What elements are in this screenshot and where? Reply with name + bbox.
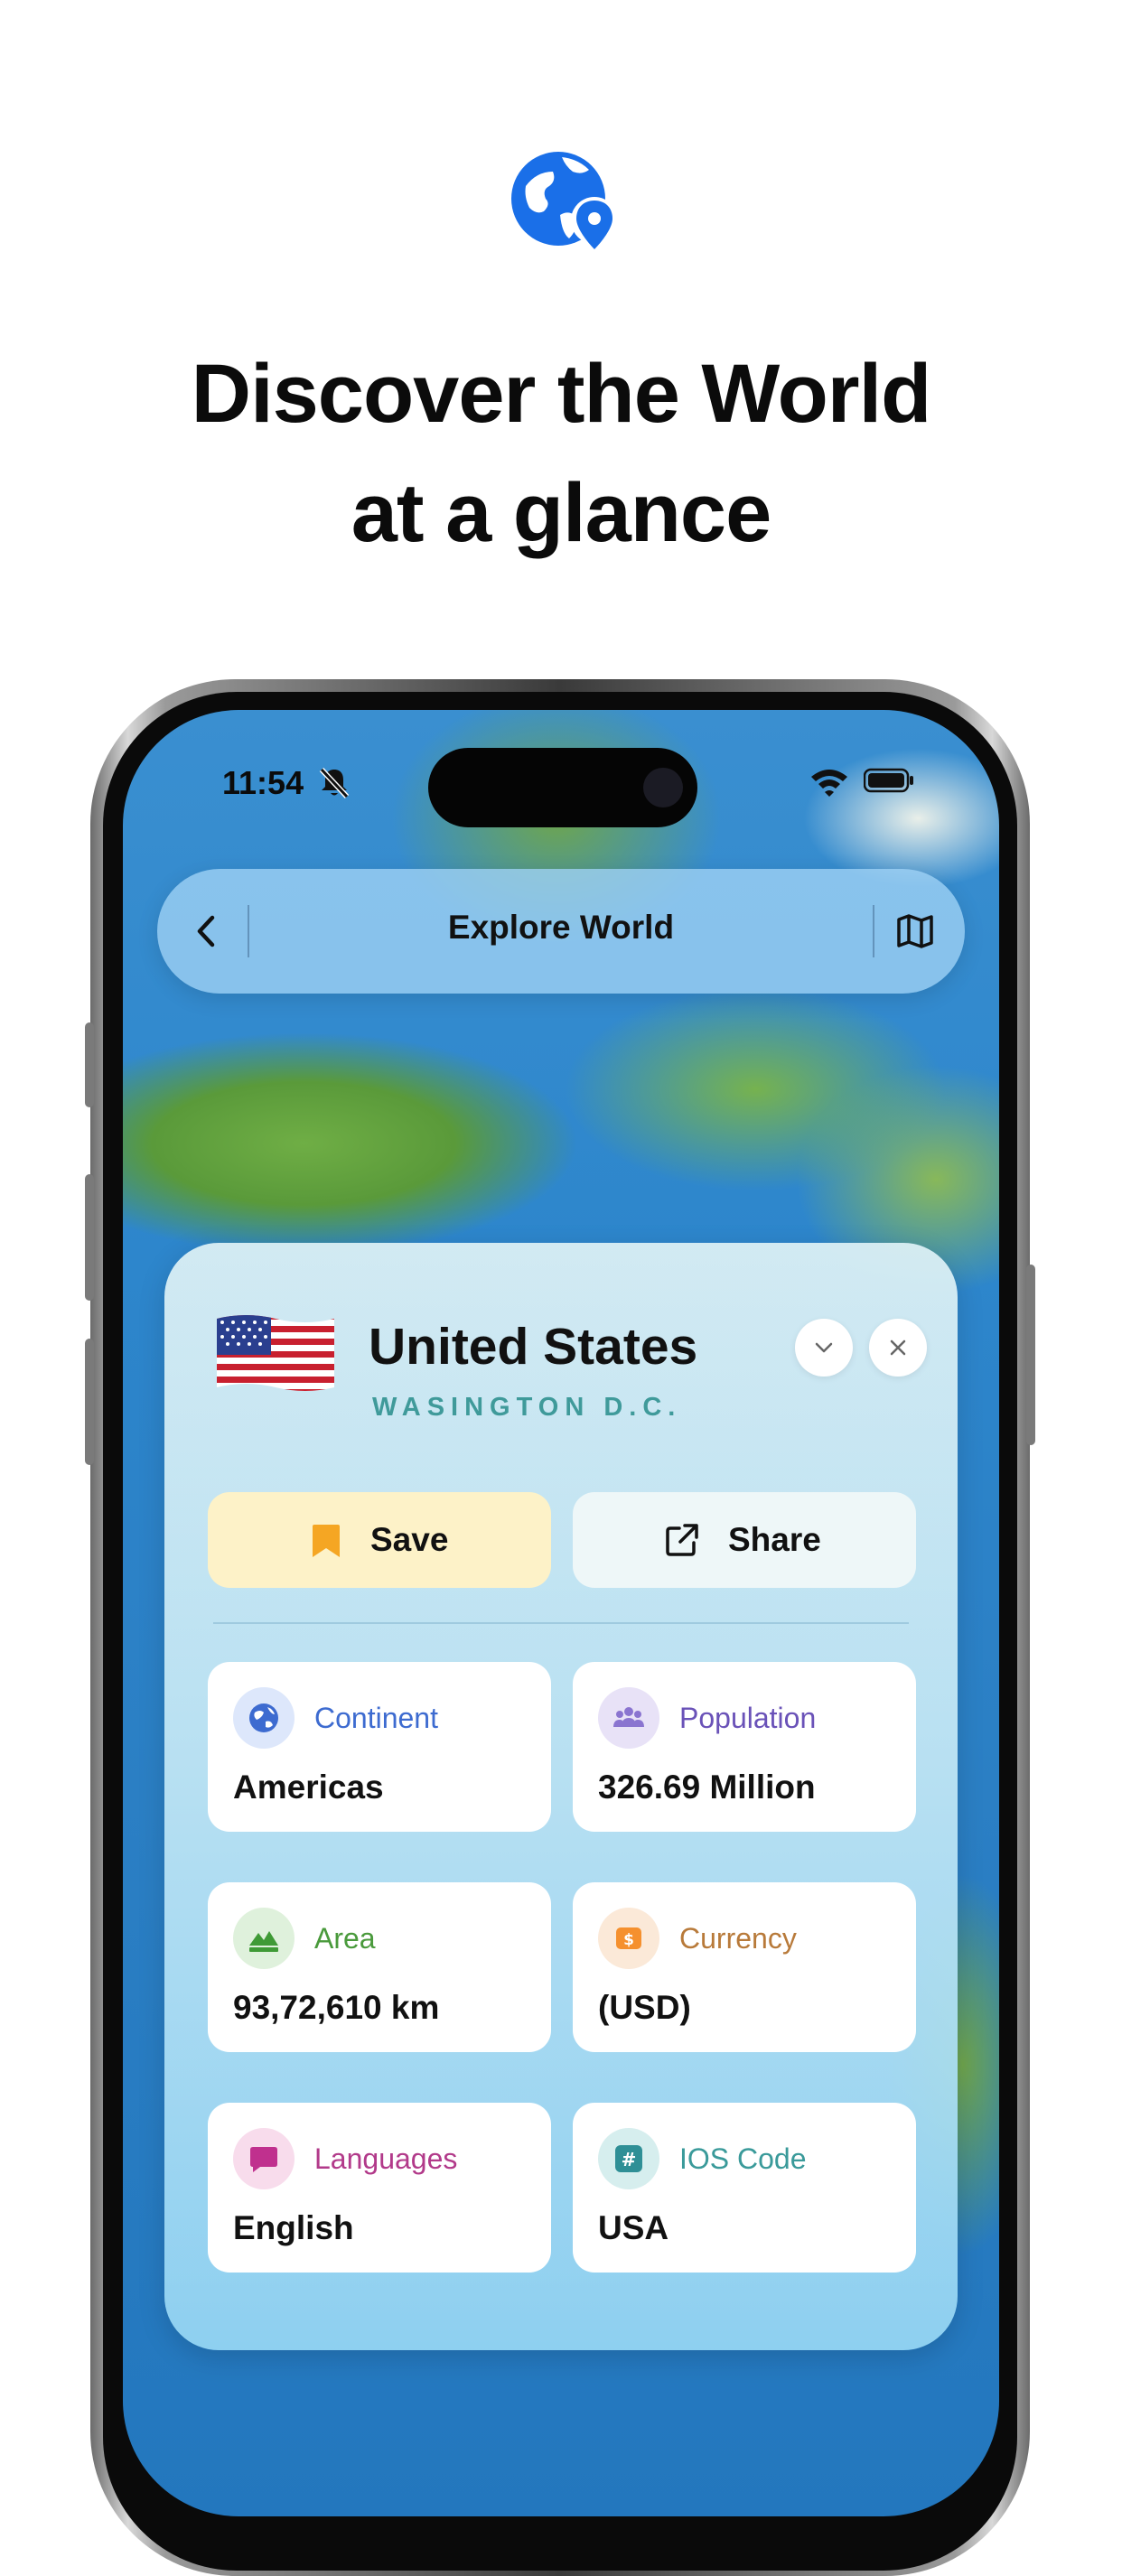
phone-power-button <box>1026 1265 1035 1445</box>
top-navigation-bar: Explore World <box>157 869 965 994</box>
promo-headline: Discover the World at a glance <box>0 334 1122 573</box>
info-tile-languages: Languages English <box>208 2103 551 2273</box>
phone-volume-up-button <box>85 1174 94 1301</box>
collapse-button[interactable] <box>795 1319 853 1377</box>
chevron-down-icon <box>815 1342 833 1353</box>
headline-line-2: at a glance <box>351 467 772 559</box>
nav-divider <box>873 905 874 957</box>
globe-icon <box>233 1687 295 1749</box>
phone-screen-map[interactable]: 11:54 Explore World United States WASING… <box>123 710 999 2516</box>
tile-value: 326.69 Million <box>598 1769 816 1806</box>
info-tile-area: Area 93,72,610 km <box>208 1882 551 2052</box>
country-name: United States <box>369 1318 698 1376</box>
dynamic-island <box>428 748 697 827</box>
tile-label: Currency <box>679 1922 797 1955</box>
tile-label: Population <box>679 1702 817 1734</box>
card-divider <box>213 1622 909 1624</box>
bell-slash-icon <box>316 764 352 800</box>
save-button[interactable]: Save <box>208 1492 551 1588</box>
tile-value: 93,72,610 km <box>233 1989 440 2026</box>
tile-value: USA <box>598 2209 669 2246</box>
status-time: 11:54 <box>222 764 304 801</box>
info-tile-ios-code: # IOS Code USA <box>573 2103 916 2273</box>
tile-value: English <box>233 2209 354 2246</box>
svg-text:$: $ <box>623 1931 634 1949</box>
app-logo-globe-pin-icon <box>506 145 622 260</box>
info-tile-population: Population 326.69 Million <box>573 1662 916 1832</box>
close-button[interactable] <box>869 1319 927 1377</box>
nav-title: Explore World <box>447 909 675 946</box>
tile-label: Area <box>314 1922 376 1955</box>
hashtag-icon: # <box>598 2128 659 2189</box>
tile-label: Continent <box>314 1702 438 1734</box>
tile-value: (USD) <box>598 1989 691 2026</box>
info-tile-currency: $ Currency (USD) <box>573 1882 916 2052</box>
battery-icon <box>863 768 914 793</box>
dollar-icon: $ <box>598 1908 659 1969</box>
country-detail-card: United States WASINGTON D.C. Save Share … <box>164 1243 958 2350</box>
us-flag-icon <box>213 1310 338 1396</box>
headline-line-1: Discover the World <box>191 348 932 440</box>
tile-label: IOS Code <box>679 2142 807 2175</box>
close-icon <box>890 1339 906 1356</box>
chat-bubble-icon <box>233 2128 295 2189</box>
phone-volume-down-button <box>85 1339 94 1465</box>
bookmark-icon <box>307 1521 345 1559</box>
front-camera <box>643 768 683 807</box>
save-label: Save <box>370 1521 449 1558</box>
share-label: Share <box>728 1521 821 1558</box>
phone-silent-switch <box>85 1022 94 1107</box>
tile-label: Languages <box>314 2142 458 2175</box>
map-icon[interactable] <box>894 910 936 952</box>
wifi-icon <box>809 766 849 798</box>
share-external-icon <box>663 1521 701 1559</box>
info-tile-continent: Continent Americas <box>208 1662 551 1832</box>
capital-name: WASINGTON D.C. <box>372 1393 682 1422</box>
people-icon <box>598 1687 659 1749</box>
share-button[interactable]: Share <box>573 1492 916 1588</box>
mountain-icon <box>233 1908 295 1969</box>
svg-text:#: # <box>622 2149 637 2170</box>
tile-value: Americas <box>233 1769 384 1806</box>
